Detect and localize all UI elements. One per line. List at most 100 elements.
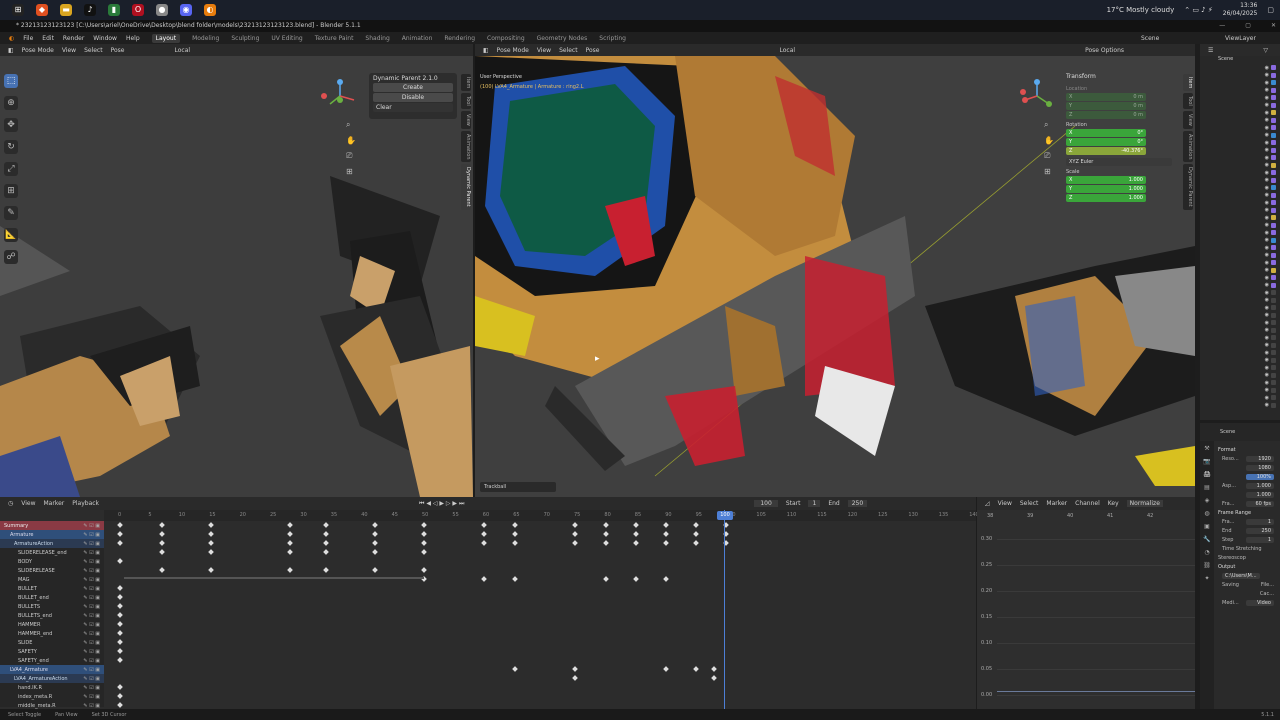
outliner-row[interactable]: ◉ (1200, 102, 1280, 110)
visibility-eye-icon[interactable]: ◉ (1265, 72, 1269, 78)
left-tab-dynamic-parent[interactable]: Dynamic Parent (461, 164, 471, 211)
visibility-eye-icon[interactable]: ◉ (1265, 275, 1269, 281)
visibility-eye-icon[interactable]: ◉ (1265, 222, 1269, 228)
channel-toggles-icon[interactable]: ✎ ☑ ▣ (83, 703, 100, 709)
outliner-row[interactable]: ◉ (1200, 319, 1280, 327)
channel-toggles-icon[interactable]: ✎ ☑ ▣ (83, 613, 100, 619)
create-button[interactable]: Create (373, 83, 453, 92)
close-button[interactable]: ✕ (1271, 20, 1276, 32)
visibility-eye-icon[interactable]: ◉ (1265, 117, 1269, 123)
viewlayer-selector[interactable]: ViewLayer (1225, 35, 1256, 42)
graph-editor[interactable]: 0.30 0.25 0.20 0.15 0.10 0.05 0.00 38 39 40 41 42 (977, 510, 1195, 709)
visibility-eye-icon[interactable]: ◉ (1265, 87, 1269, 93)
brave-icon[interactable]: ◆ (36, 4, 48, 16)
keyframe[interactable] (159, 549, 165, 555)
graph-menu-key[interactable]: Key (1108, 500, 1119, 507)
outliner-row[interactable]: ◉ (1200, 147, 1280, 155)
keyframe[interactable] (603, 531, 609, 537)
outliner-row[interactable]: ◉ (1200, 274, 1280, 282)
render-toggle-icon[interactable] (1271, 350, 1276, 356)
visibility-eye-icon[interactable]: ◉ (1265, 207, 1269, 213)
keyframe[interactable] (633, 540, 639, 546)
dopesheet-menu-playback[interactable]: Playback (72, 500, 99, 507)
world-props-icon[interactable]: ◍ (1204, 510, 1209, 517)
playhead-frame-label[interactable]: 100 (717, 511, 733, 520)
channel-toggles-icon[interactable]: ✎ ☑ ▣ (83, 604, 100, 610)
channel-row[interactable]: Summary ✎ ☑ ▣ (0, 521, 104, 530)
keyframe[interactable] (512, 576, 518, 582)
outliner-row[interactable]: ◉ (1200, 267, 1280, 275)
render-toggle-icon[interactable] (1271, 140, 1276, 146)
outliner-row[interactable]: ◉ (1200, 64, 1280, 72)
visibility-eye-icon[interactable]: ◉ (1265, 357, 1269, 363)
left-tab-item[interactable]: Item (461, 74, 471, 92)
tab-sculpting[interactable]: Sculpting (231, 35, 259, 42)
rotation-z-field[interactable]: Z -40.376° (1066, 147, 1146, 155)
keyframe[interactable] (117, 639, 123, 645)
render-toggle-icon[interactable] (1271, 117, 1276, 123)
keyframe[interactable] (603, 522, 609, 528)
render-toggle-icon[interactable] (1271, 342, 1276, 348)
channel-toggles-icon[interactable]: ✎ ☑ ▣ (83, 559, 100, 565)
left-tab-animation[interactable]: Animation (461, 130, 471, 163)
tab-uv-editing[interactable]: UV Editing (271, 35, 302, 42)
keyframe[interactable] (421, 531, 427, 537)
channel-row[interactable]: MAG ✎ ☑ ▣ (0, 575, 104, 584)
outliner-row[interactable]: ◉ (1200, 289, 1280, 297)
render-toggle-icon[interactable] (1271, 162, 1276, 168)
render-toggle-icon[interactable] (1271, 305, 1276, 311)
keyframe[interactable] (208, 522, 214, 528)
channel-row[interactable]: LVA4_Armature ✎ ☑ ▣ (0, 665, 104, 674)
left-viewport[interactable] (0, 56, 473, 497)
outliner-row[interactable]: ◉ (1200, 364, 1280, 372)
visibility-eye-icon[interactable]: ◉ (1265, 95, 1269, 101)
channel-toggles-icon[interactable]: ✎ ☑ ▣ (83, 622, 100, 628)
visibility-eye-icon[interactable]: ◉ (1265, 155, 1269, 161)
right-tab-item[interactable]: Item (1183, 74, 1193, 92)
keyframe[interactable] (323, 540, 329, 546)
keyframe[interactable] (421, 567, 427, 573)
scale-x-field[interactable]: X 1.000 (1066, 176, 1146, 184)
outliner-filter-icon[interactable]: ▽ (1263, 47, 1268, 54)
keyframe[interactable] (117, 621, 123, 627)
location-y-field[interactable]: Y0 m (1066, 102, 1146, 110)
keyframe[interactable] (372, 549, 378, 555)
outliner-row[interactable]: ◉ (1200, 282, 1280, 290)
outliner-row[interactable]: ◉ (1200, 72, 1280, 80)
keyframe[interactable] (421, 540, 427, 546)
keyframe[interactable] (572, 531, 578, 537)
keyframe[interactable] (693, 522, 699, 528)
outliner-row[interactable]: ◉ (1200, 357, 1280, 365)
channel-toggles-icon[interactable]: ✎ ☑ ▣ (83, 694, 100, 700)
outliner-row[interactable]: ◉ (1200, 192, 1280, 200)
render-toggle-icon[interactable] (1271, 177, 1276, 183)
keyframe[interactable] (117, 612, 123, 618)
keyframe[interactable] (663, 666, 669, 672)
channel-toggles-icon[interactable]: ✎ ☑ ▣ (83, 649, 100, 655)
keyframe[interactable] (159, 567, 165, 573)
visibility-eye-icon[interactable]: ◉ (1265, 177, 1269, 183)
visibility-eye-icon[interactable]: ◉ (1265, 320, 1269, 326)
annotate-tool[interactable]: ✎ (4, 206, 18, 220)
keyframe[interactable] (117, 522, 123, 528)
channel-row[interactable]: BULLET_end ✎ ☑ ▣ (0, 593, 104, 602)
channel-row[interactable]: BULLETS_end ✎ ☑ ▣ (0, 611, 104, 620)
render-toggle-icon[interactable] (1271, 80, 1276, 86)
keyframe[interactable] (372, 567, 378, 573)
outliner-editor-icon[interactable]: ☰ (1208, 47, 1213, 54)
channel-toggles-icon[interactable]: ✎ ☑ ▣ (83, 577, 100, 583)
visibility-eye-icon[interactable]: ◉ (1265, 267, 1269, 273)
keyframe[interactable] (117, 540, 123, 546)
outliner-row[interactable]: ◉ (1200, 139, 1280, 147)
physics-props-icon[interactable]: ◔ (1204, 549, 1209, 556)
outliner-scene-row[interactable]: Scene (1200, 56, 1280, 64)
keyframe[interactable] (117, 693, 123, 699)
right-tab-dynamic-parent[interactable]: Dynamic Parent (1183, 164, 1193, 211)
visibility-eye-icon[interactable]: ◉ (1265, 185, 1269, 191)
keyframe[interactable] (117, 630, 123, 636)
measure-tool[interactable]: 📐 (4, 228, 18, 242)
keyframe[interactable] (512, 666, 518, 672)
render-toggle-icon[interactable] (1271, 290, 1276, 296)
right-tab-view[interactable]: View (1183, 111, 1193, 129)
render-toggle-icon[interactable] (1271, 65, 1276, 71)
